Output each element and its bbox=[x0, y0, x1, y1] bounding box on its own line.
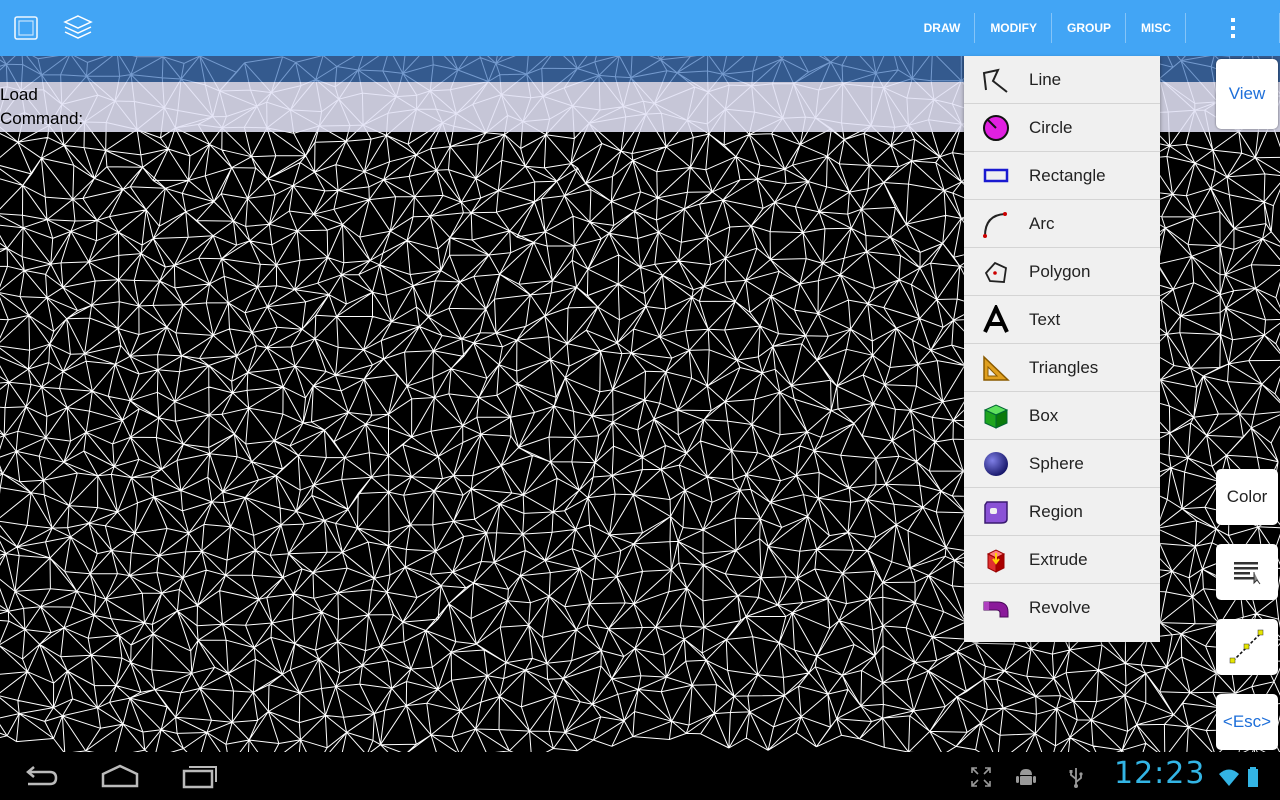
command-history-line: Load bbox=[0, 85, 38, 104]
arc-icon bbox=[981, 209, 1011, 239]
snap-line-icon bbox=[1229, 629, 1264, 664]
draw-item-label: Region bbox=[1029, 501, 1083, 521]
draw-item-label: Line bbox=[1029, 69, 1062, 89]
draw-item-arc[interactable]: Arc bbox=[964, 200, 1160, 248]
polygon-icon bbox=[981, 257, 1011, 287]
menu-draw[interactable]: DRAW bbox=[909, 0, 976, 56]
draw-item-box[interactable]: Box bbox=[964, 392, 1160, 440]
window-icon[interactable] bbox=[8, 10, 44, 46]
circle-icon bbox=[981, 113, 1011, 143]
line-icon bbox=[981, 65, 1011, 95]
draw-item-sphere[interactable]: Sphere bbox=[964, 440, 1160, 488]
draw-item-label: Triangles bbox=[1029, 357, 1099, 377]
color-button[interactable]: Color bbox=[1216, 469, 1278, 525]
layers-icon[interactable] bbox=[60, 10, 96, 46]
sphere-icon bbox=[981, 449, 1011, 479]
rectangle-icon bbox=[981, 161, 1011, 191]
draw-item-line[interactable]: Line bbox=[964, 56, 1160, 104]
snap-line-button[interactable] bbox=[1216, 619, 1278, 675]
view-button-label: View bbox=[1228, 84, 1266, 103]
draw-item-label: Arc bbox=[1029, 213, 1055, 233]
draw-item-label: Revolve bbox=[1029, 598, 1091, 617]
draw-item-rectangle[interactable]: Rectangle bbox=[964, 152, 1160, 200]
system-navigation-bar: 12:23 bbox=[0, 752, 1280, 800]
usb-icon bbox=[1065, 766, 1087, 788]
draw-item-label: Polygon bbox=[1029, 261, 1091, 281]
recent-apps-icon[interactable] bbox=[180, 760, 220, 792]
triangles-icon bbox=[981, 353, 1011, 383]
menu-group[interactable]: GROUP bbox=[1052, 0, 1127, 56]
wifi-icon bbox=[1218, 766, 1240, 788]
fullscreen-icon bbox=[970, 766, 992, 788]
action-bar: DRAW MODIFY GROUP MISC bbox=[0, 0, 1280, 56]
properties-button[interactable] bbox=[1216, 544, 1278, 600]
color-button-label: Color bbox=[1226, 487, 1268, 506]
draw-item-extrude[interactable]: Extrude bbox=[964, 536, 1160, 584]
draw-item-label: Circle bbox=[1029, 117, 1073, 137]
draw-item-label: Sphere bbox=[1029, 453, 1084, 473]
view-button[interactable]: View bbox=[1216, 59, 1278, 129]
draw-menu-dropdown: Line Circle Rectangle Arc Polygon Text T… bbox=[964, 56, 1160, 642]
draw-item-triangles[interactable]: Triangles bbox=[964, 344, 1160, 392]
home-icon[interactable] bbox=[100, 760, 140, 792]
region-icon bbox=[981, 497, 1011, 527]
overflow-menu-icon[interactable] bbox=[1186, 0, 1280, 56]
draw-item-text[interactable]: Text bbox=[964, 296, 1160, 344]
draw-item-label: Box bbox=[1029, 405, 1059, 425]
battery-icon bbox=[1246, 766, 1260, 788]
revolve-icon bbox=[981, 593, 1011, 623]
box-icon bbox=[981, 401, 1011, 431]
esc-button-label: <Esc> bbox=[1222, 712, 1272, 731]
draw-item-region[interactable]: Region bbox=[964, 488, 1160, 536]
properties-list-icon bbox=[1234, 562, 1261, 585]
back-icon[interactable] bbox=[20, 760, 60, 792]
draw-item-polygon[interactable]: Polygon bbox=[964, 248, 1160, 296]
menu-modify[interactable]: MODIFY bbox=[975, 0, 1052, 56]
status-clock: 12:23 bbox=[1114, 756, 1206, 791]
draw-item-circle[interactable]: Circle bbox=[964, 104, 1160, 152]
draw-item-revolve[interactable]: Revolve bbox=[964, 584, 1160, 632]
menu-misc[interactable]: MISC bbox=[1126, 0, 1186, 56]
android-debug-icon bbox=[1015, 766, 1037, 788]
text-icon bbox=[981, 304, 1011, 335]
draw-item-label: Extrude bbox=[1029, 549, 1088, 569]
esc-button[interactable]: <Esc> bbox=[1216, 694, 1278, 750]
command-prompt[interactable]: Command: bbox=[0, 109, 83, 129]
extrude-icon bbox=[981, 545, 1011, 575]
draw-item-label: Rectangle bbox=[1029, 165, 1106, 185]
draw-item-label: Text bbox=[1029, 309, 1061, 329]
